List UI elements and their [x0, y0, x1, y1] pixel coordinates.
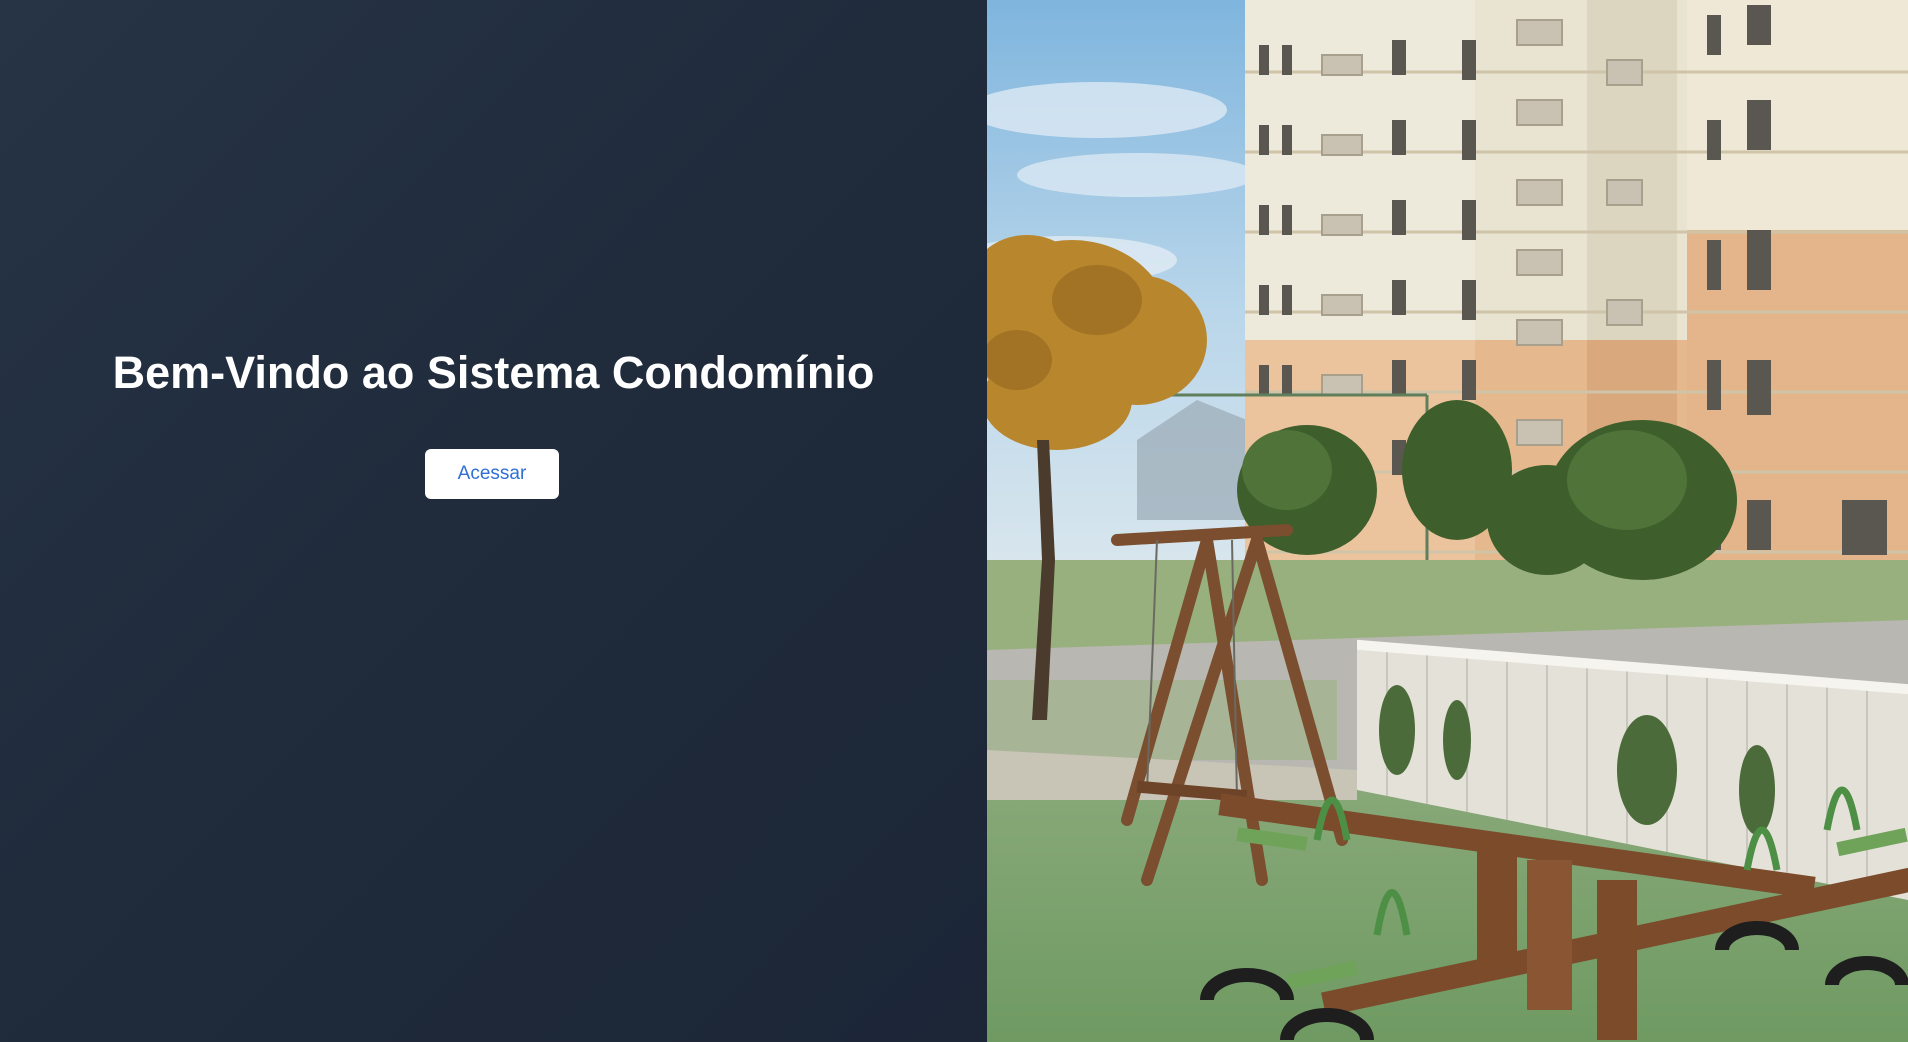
welcome-panel: Bem-Vindo ao Sistema Condomínio Acessar [0, 0, 987, 1042]
welcome-title: Bem-Vindo ao Sistema Condomínio [112, 347, 875, 398]
landing-page: Bem-Vindo ao Sistema Condomínio Acessar [0, 0, 1908, 1042]
access-button[interactable]: Acessar [425, 449, 559, 499]
condominium-image [987, 0, 1908, 1042]
condominium-playground-image [987, 0, 1908, 1042]
